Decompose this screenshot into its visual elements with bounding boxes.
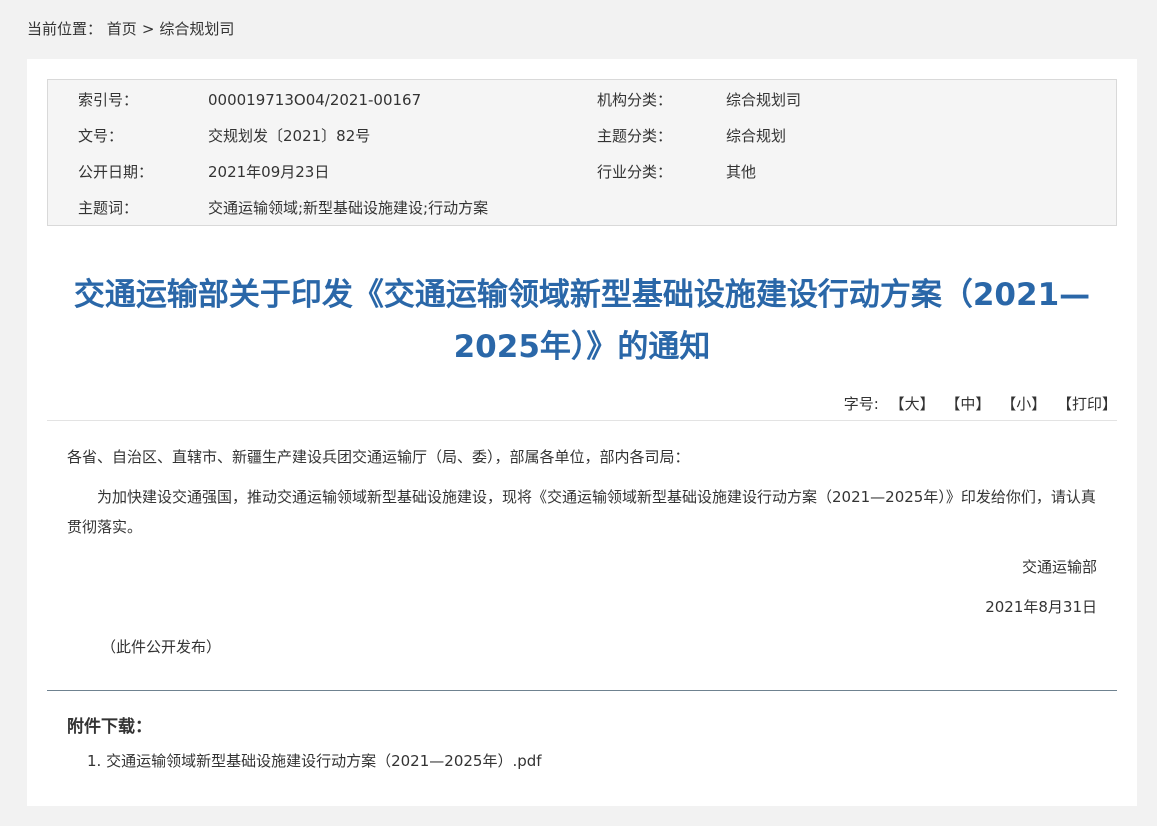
font-large-button[interactable]: 【大】 xyxy=(890,395,935,413)
doc-number-value: 交规划发〔2021〕82号 xyxy=(208,127,371,145)
font-size-toolbar: 字号: 【大】 【中】 【小】 【打印】 xyxy=(844,393,1117,415)
breadcrumb-separator: > xyxy=(141,20,155,38)
attachment-item: 1. 交通运输领域新型基础设施建设行动方案（2021—2025年）.pdf xyxy=(87,749,542,773)
attachments-heading: 附件下载： xyxy=(67,717,152,737)
article-card: 索引号： 000019713O04/2021-00167 机构分类： 综合规划司… xyxy=(27,59,1137,806)
publish-note: （此件公开发布） xyxy=(101,638,222,656)
article-title-line2: 2025年）》的通知 xyxy=(453,329,711,365)
attachment-number: 1. xyxy=(87,752,102,770)
font-medium-button[interactable]: 【中】 xyxy=(945,395,990,413)
font-small-button[interactable]: 【小】 xyxy=(1001,395,1046,413)
metadata-row-keywords: 主题词： 交通运输领域;新型基础设施建设;行动方案 xyxy=(48,196,1116,220)
publish-date-value: 2021年09月23日 xyxy=(208,163,330,181)
article-title: 交通运输部关于印发《交通运输领域新型基础设施建设行动方案（2021— 2025年… xyxy=(47,269,1117,373)
breadcrumb-label: 当前位置： xyxy=(27,20,103,38)
body-paragraph: 为加快建设交通强国，推动交通运输领域新型基础设施建设，现将《交通运输领域新型基础… xyxy=(67,488,1096,536)
header-divider xyxy=(47,420,1117,421)
signature-org: 交通运输部 xyxy=(1021,558,1097,576)
signature-date: 2021年8月31日 xyxy=(985,598,1097,616)
publish-date-label: 公开日期： xyxy=(78,163,154,181)
print-button[interactable]: 【打印】 xyxy=(1057,395,1117,413)
attachment-link[interactable]: 交通运输领域新型基础设施建设行动方案（2021—2025年）.pdf xyxy=(106,752,541,770)
font-size-label: 字号: xyxy=(843,395,879,413)
metadata-row-index: 索引号： 000019713O04/2021-00167 机构分类： 综合规划司 xyxy=(48,88,1116,112)
index-label: 索引号： xyxy=(78,91,139,109)
org-category-value: 综合规划司 xyxy=(726,91,802,109)
salutation: 各省、自治区、直辖市、新疆生产建设兵团交通运输厅（局、委），部属各单位，部内各司… xyxy=(67,448,690,466)
industry-category-label: 行业分类： xyxy=(597,163,673,181)
industry-category-value: 其他 xyxy=(726,163,757,181)
keywords-label: 主题词： xyxy=(78,199,139,217)
index-value: 000019713O04/2021-00167 xyxy=(208,91,422,109)
breadcrumb: 当前位置： 首页 > 综合规划司 xyxy=(27,18,234,40)
topic-category-value: 综合规划 xyxy=(726,127,787,145)
org-category-label: 机构分类： xyxy=(597,91,673,109)
metadata-row-date: 公开日期： 2021年09月23日 行业分类： 其他 xyxy=(48,160,1116,184)
metadata-row-doc: 文号： 交规划发〔2021〕82号 主题分类： 综合规划 xyxy=(48,124,1116,148)
article-title-line1: 交通运输部关于印发《交通运输领域新型基础设施建设行动方案（2021— xyxy=(73,277,1091,313)
metadata-table: 索引号： 000019713O04/2021-00167 机构分类： 综合规划司… xyxy=(47,79,1117,226)
breadcrumb-home-link[interactable]: 首页 xyxy=(107,20,137,38)
attachments-divider xyxy=(47,690,1117,691)
topic-category-label: 主题分类： xyxy=(597,127,673,145)
doc-number-label: 文号： xyxy=(78,127,124,145)
breadcrumb-current-link[interactable]: 综合规划司 xyxy=(159,20,234,38)
keywords-value: 交通运输领域;新型基础设施建设;行动方案 xyxy=(208,199,489,217)
